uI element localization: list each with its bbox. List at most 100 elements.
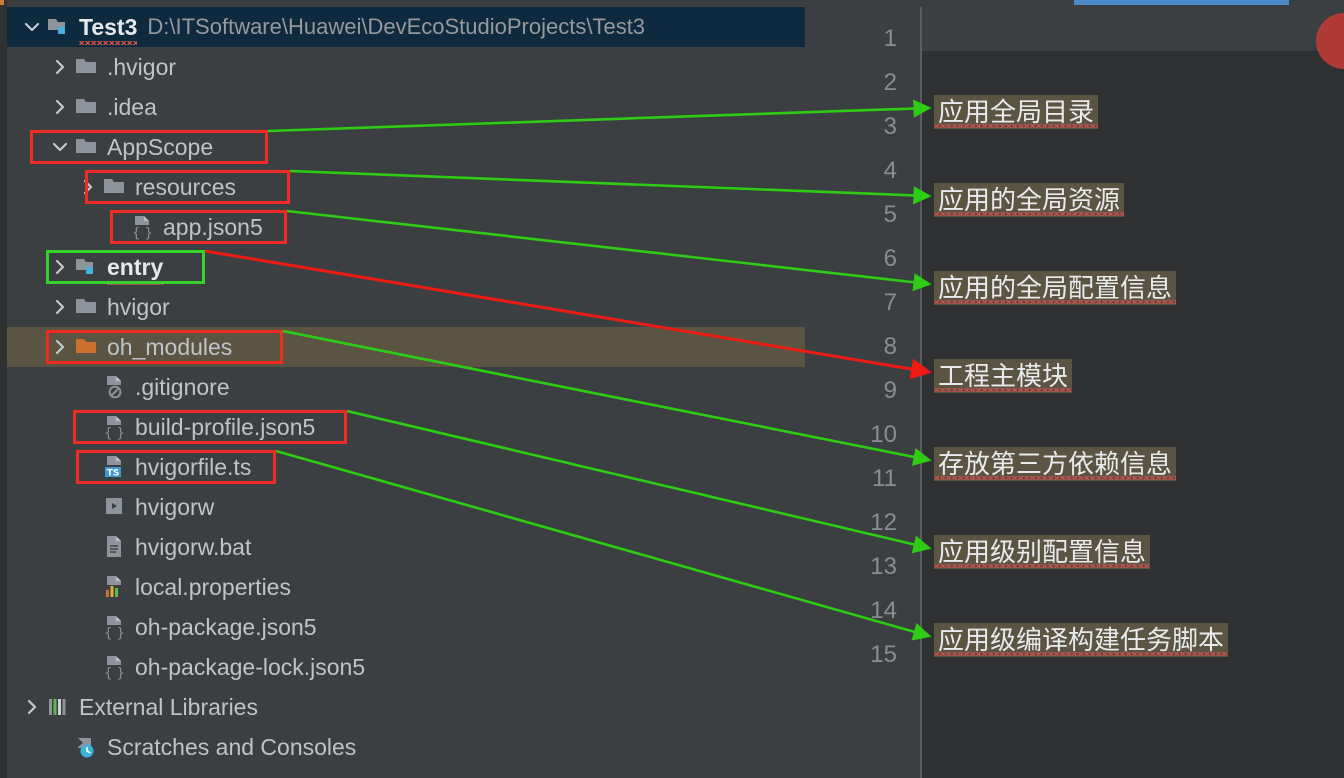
svg-text:{ }: { } xyxy=(132,226,153,240)
tree-row-external-libraries[interactable]: External Libraries xyxy=(7,687,819,727)
tree-item-label: hvigor xyxy=(107,293,170,320)
json5-file-icon: { } xyxy=(102,614,128,640)
tree-row--hvigor[interactable]: .hvigor xyxy=(7,47,847,87)
line-number: 14 xyxy=(870,597,897,624)
json5-file-icon: { } xyxy=(130,214,156,240)
tree-arrow-spacer xyxy=(77,456,99,478)
editor-gutter: 1 2 3 4 5 6 7 8 9 10 11 12 13 14 15 xyxy=(805,7,923,778)
tree-item-label: build-profile.json5 xyxy=(135,413,316,440)
line-number: 12 xyxy=(870,509,897,536)
spellcheck-squiggle xyxy=(934,388,1073,392)
tree-row-oh-package-json5[interactable]: { } oh-package.json5 xyxy=(7,607,875,647)
json5-file-icon: { } xyxy=(102,654,128,680)
spellcheck-squiggle xyxy=(934,652,1229,656)
spellcheck-squiggle xyxy=(934,212,1125,216)
spellcheck-squiggle xyxy=(934,124,1099,128)
chevron-down-icon[interactable] xyxy=(21,16,43,38)
line-number: 5 xyxy=(883,201,897,228)
chevron-right-icon[interactable] xyxy=(49,56,71,78)
tree-arrow-spacer xyxy=(77,536,99,558)
editor-area[interactable]: 应用全局目录 应用的全局资源 应用的全局配置信息 工程主模块 存放第三方依赖信息 应用级别… xyxy=(922,7,1344,778)
folder-icon xyxy=(74,134,100,160)
json5-file-icon: { } xyxy=(102,414,128,440)
tree-row-hvigorfile-ts[interactable]: TS hvigorfile.ts xyxy=(7,447,875,487)
line-number: 11 xyxy=(872,465,897,492)
tree-item-label: hvigorfile.ts xyxy=(135,453,252,480)
svg-text:TS: TS xyxy=(107,469,120,479)
tree-arrow-spacer xyxy=(77,656,99,678)
left-tool-window-bar[interactable] xyxy=(0,0,7,778)
editor-annotation: 应用的全局资源 xyxy=(934,183,1125,217)
chevron-right-icon[interactable] xyxy=(49,256,71,278)
project-tree-panel[interactable]: Test3 D:\ITSoftware\Huawei\DevEcoStudioP… xyxy=(7,0,847,778)
tree-row-build-profile-json5[interactable]: { } build-profile.json5 xyxy=(7,407,875,447)
line-number: 1 xyxy=(883,25,897,52)
notification-dot-icon xyxy=(0,0,4,5)
line-number: 4 xyxy=(883,157,897,184)
line-number: 6 xyxy=(883,245,897,272)
chevron-down-icon[interactable] xyxy=(49,136,71,158)
line-number: 7 xyxy=(883,289,897,316)
tree-row-app-json5[interactable]: { } app.json5 xyxy=(7,207,903,247)
tree-arrow-spacer xyxy=(77,416,99,438)
module-folder-icon xyxy=(46,14,72,40)
text-file-icon xyxy=(102,534,128,560)
tree-row-root[interactable]: Test3 D:\ITSoftware\Huawei\DevEcoStudioP… xyxy=(7,7,819,47)
ide-window: Test3 D:\ITSoftware\Huawei\DevEcoStudioP… xyxy=(0,0,1344,778)
libraries-icon xyxy=(46,694,72,720)
editor-first-line-band xyxy=(922,7,1344,51)
chevron-right-icon[interactable] xyxy=(49,296,71,318)
spellcheck-squiggle xyxy=(934,476,1177,480)
spellcheck-squiggle xyxy=(934,564,1151,568)
tree-item-label: entry xyxy=(107,254,164,285)
tree-row-oh-package-lock-json5[interactable]: { } oh-package-lock.json5 xyxy=(7,647,875,687)
tree-row--gitignore[interactable]: .gitignore xyxy=(7,367,875,407)
line-number: 15 xyxy=(870,641,897,668)
project-root-path: D:\ITSoftware\Huawei\DevEcoStudioProject… xyxy=(147,14,646,39)
tree-item-label: oh-package-lock.json5 xyxy=(135,653,366,680)
folder-icon xyxy=(74,54,100,80)
chevron-right-icon[interactable] xyxy=(49,96,71,118)
project-root-name: Test3 xyxy=(79,14,138,45)
spellcheck-squiggle xyxy=(79,40,138,45)
chevron-right-icon[interactable] xyxy=(77,176,99,198)
tree-item-label: hvigorw.bat xyxy=(135,533,252,560)
scratches-icon xyxy=(74,734,100,760)
tree-item-label: .gitignore xyxy=(135,373,230,400)
line-number: 9 xyxy=(883,377,897,404)
active-tab-indicator xyxy=(1074,0,1289,5)
tree-row-appscope[interactable]: AppScope xyxy=(7,127,847,167)
tree-row-entry[interactable]: entry xyxy=(7,247,847,287)
tree-row--idea[interactable]: .idea xyxy=(7,87,847,127)
svg-text:{ }: { } xyxy=(104,626,125,640)
folder-icon xyxy=(102,174,128,200)
tree-arrow-spacer xyxy=(105,216,127,238)
tree-row-hvigorw[interactable]: hvigorw xyxy=(7,487,875,527)
tree-item-label: AppScope xyxy=(107,133,214,160)
tree-item-label: .idea xyxy=(107,93,157,120)
tree-row-oh-modules[interactable]: oh_modules xyxy=(7,327,847,367)
tree-item-label: hvigorw xyxy=(135,493,215,520)
gitignore-file-icon xyxy=(102,374,128,400)
editor-annotation: 应用的全局配置信息 xyxy=(934,271,1177,305)
tree-arrow-spacer xyxy=(77,576,99,598)
tree-row-resources[interactable]: resources xyxy=(7,167,875,207)
tree-row-scratches-and-consoles[interactable]: Scratches and Consoles xyxy=(7,727,847,767)
tree-row-hvigorw-bat[interactable]: hvigorw.bat xyxy=(7,527,875,567)
editor-annotation: 存放第三方依赖信息 xyxy=(934,447,1177,481)
chevron-right-icon[interactable] xyxy=(21,696,43,718)
ts-file-icon: TS xyxy=(102,454,128,480)
line-number: 2 xyxy=(883,69,897,96)
spellcheck-squiggle xyxy=(934,300,1177,304)
spellcheck-squiggle xyxy=(107,280,164,285)
tree-item-label: External Libraries xyxy=(79,693,258,720)
tree-item-label: Scratches and Consoles xyxy=(107,733,357,760)
tree-arrow-spacer xyxy=(77,376,99,398)
tree-arrow-spacer xyxy=(77,616,99,638)
tree-row-local-properties[interactable]: local.properties xyxy=(7,567,875,607)
module-folder-icon xyxy=(74,254,100,280)
script-file-icon xyxy=(102,494,128,520)
chevron-right-icon[interactable] xyxy=(49,336,71,358)
line-number: 8 xyxy=(883,333,897,360)
tree-row-hvigor[interactable]: hvigor xyxy=(7,287,847,327)
